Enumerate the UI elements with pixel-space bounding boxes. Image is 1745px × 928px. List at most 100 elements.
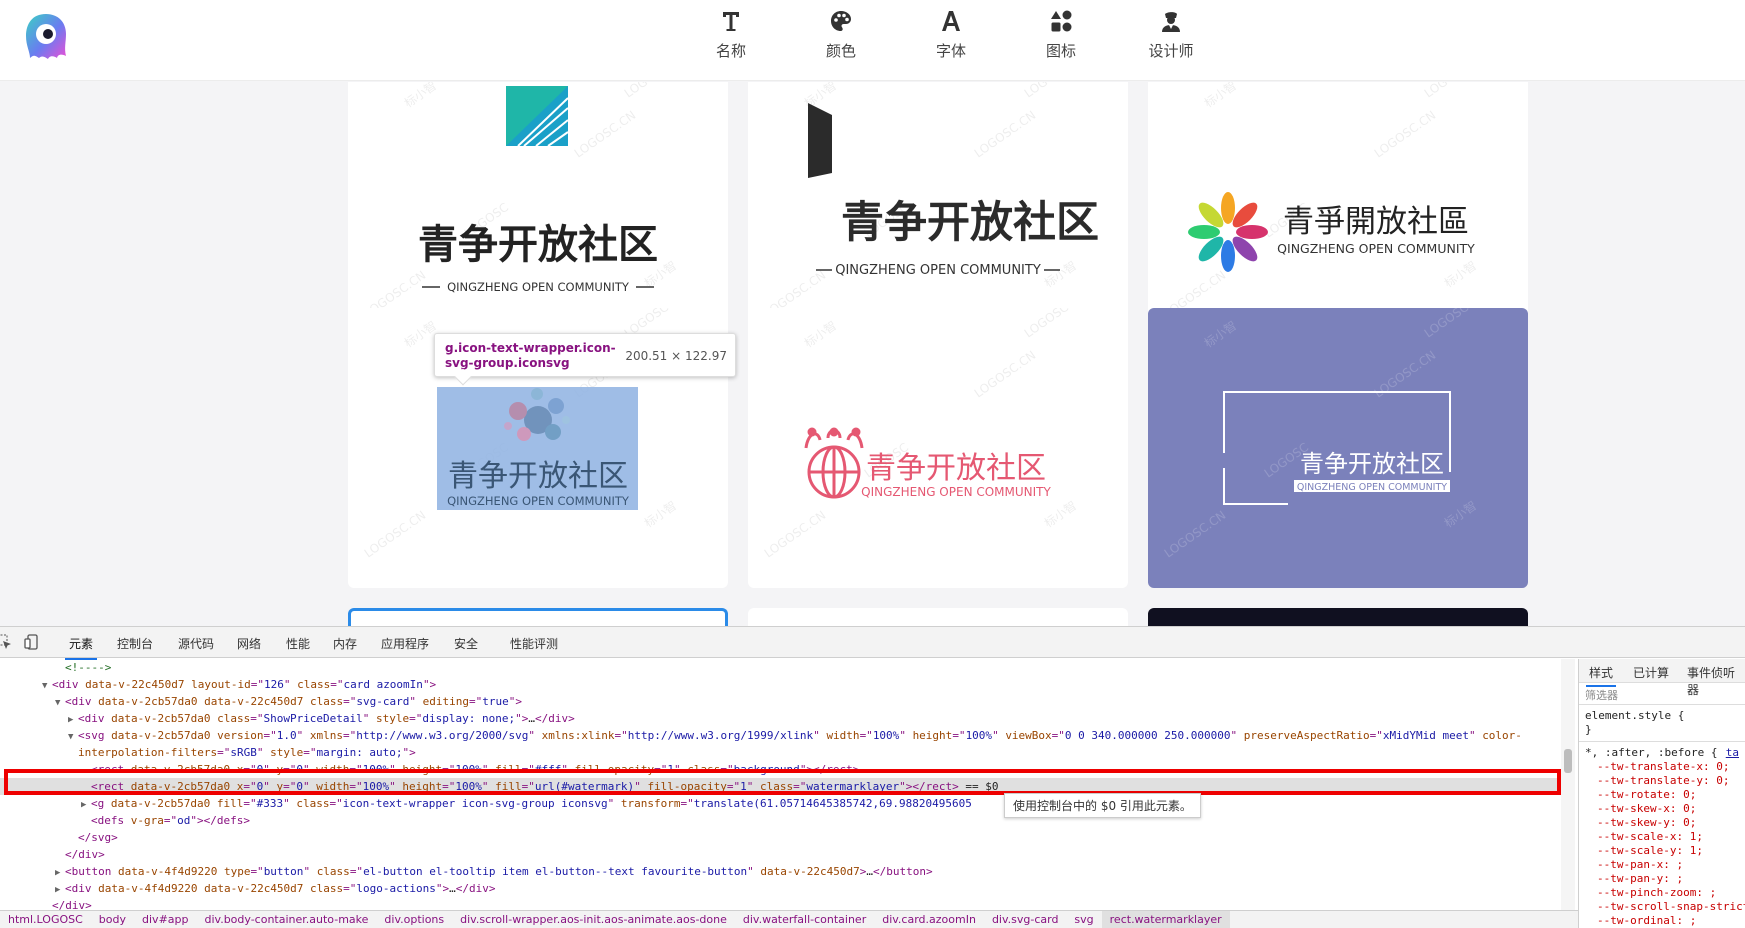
- dom-token: <div: [65, 882, 99, 895]
- dom-node[interactable]: ▶ <div data-v-2cb57da0 class="ShowPriceDe…: [0, 710, 1575, 727]
- dom-token: </svg>: [78, 831, 118, 844]
- dom-token: 1: [667, 763, 674, 776]
- dom-token: =": [283, 780, 297, 793]
- dom-node[interactable]: ▶ <div data-v-4f4d9220 data-v-22c450d7 cl…: [0, 880, 1575, 897]
- dom-token: </div>: [535, 712, 575, 725]
- logo-icon[interactable]: [22, 12, 70, 62]
- dom-token: <g: [91, 797, 111, 810]
- dom-token: ": [813, 729, 827, 742]
- dom-token: =": [342, 729, 357, 742]
- dom-node[interactable]: <rect data-v-2cb57da0 x="0" y="0" width=…: [0, 761, 1575, 778]
- dom-token: == $0: [958, 780, 999, 793]
- dom-token: 100%: [362, 780, 390, 793]
- dom-node[interactable]: ▶ <g data-v-2cb57da0 fill="#333" class="i…: [0, 795, 1575, 812]
- scrollbar-thumb[interactable]: [1564, 749, 1572, 773]
- devtools-tab[interactable]: 性能评测: [510, 635, 558, 652]
- dom-token: #333: [256, 797, 284, 810]
- elements-scrollbar[interactable]: [1561, 659, 1575, 917]
- devtools-tab[interactable]: 安全: [454, 635, 478, 652]
- dom-token: =": [243, 780, 257, 793]
- breadcrumb-item[interactable]: div.svg-card: [984, 911, 1066, 928]
- devtools-tab[interactable]: 源代码: [178, 635, 214, 652]
- breadcrumb-item[interactable]: div.waterfall-container: [735, 911, 874, 928]
- dom-token: </div>: [65, 848, 105, 861]
- breadcrumb-item[interactable]: div#app: [134, 911, 196, 928]
- nav-icon-menu[interactable]: 图标: [1021, 8, 1101, 61]
- logo-card[interactable]: [1148, 608, 1528, 626]
- dom-token: 0 0 340.000000 250.000000: [1064, 729, 1231, 742]
- dom-node[interactable]: interpolation-filters="sRGB" style="marg…: [0, 744, 1575, 761]
- dom-token: =": [250, 678, 264, 691]
- dom-node[interactable]: ▼ <svg data-v-2cb57da0 version="1.0" xmln…: [0, 727, 1575, 744]
- nav-name[interactable]: 名称: [691, 8, 771, 61]
- dom-token: style: [376, 712, 410, 725]
- logo-card-selected[interactable]: [348, 608, 728, 626]
- tab-computed[interactable]: 已计算: [1633, 664, 1669, 681]
- nav-font[interactable]: 字体: [911, 8, 991, 61]
- dom-token: editing: [422, 695, 470, 708]
- logo-card[interactable]: 标小智LOGOSC.CNLOGOSC标小智LOGOSC.CNLOGOSC 青争开…: [748, 308, 1128, 588]
- dom-token: url(#watermark): [534, 780, 635, 793]
- dom-token: =": [349, 865, 364, 878]
- dom-token: ">: [435, 882, 450, 895]
- breadcrumb-item[interactable]: rect.watermarklayer: [1101, 911, 1230, 928]
- tab-styles[interactable]: 样式: [1585, 664, 1617, 687]
- devtools-tab[interactable]: 应用程序: [381, 635, 429, 652]
- dom-token: ": [746, 780, 761, 793]
- breadcrumb-item[interactable]: html.LOGOSC: [0, 911, 91, 928]
- style-prop: --tw-scroll-snap-strictness: [1597, 900, 1745, 913]
- dom-token: <rect: [91, 780, 131, 793]
- devtools-tab[interactable]: 内存: [333, 635, 357, 652]
- dom-node-selected[interactable]: <rect data-v-2cb57da0 x="0" y="0" width=…: [0, 778, 1575, 795]
- styles-pane: 样式 已计算 事件侦听器 筛选器 element.style { } *, :a…: [1578, 659, 1745, 928]
- dom-token: ": [389, 780, 403, 793]
- elements-tree[interactable]: <!----> ▼ <div data-v-22c450d7 layout-id="…: [0, 659, 1575, 917]
- font-a-icon: [942, 11, 960, 31]
- dom-token: fill-opacity: [647, 780, 727, 793]
- style-prop: --tw-ordinal: ;: [1597, 914, 1697, 927]
- device-toggle-icon[interactable]: [24, 634, 40, 650]
- dom-token: =": [243, 797, 257, 810]
- book-icon: [808, 103, 832, 178]
- logo-card[interactable]: [748, 608, 1128, 626]
- dom-token: ": [899, 729, 913, 742]
- dom-token: svg-card: [356, 695, 410, 708]
- dom-token: margin: auto;: [316, 746, 403, 759]
- dom-token: width: [316, 780, 350, 793]
- nav-designer[interactable]: 设计师: [1131, 8, 1211, 61]
- dom-node[interactable]: ▼ <div data-v-22c450d7 layout-id="126" cl…: [0, 676, 1575, 693]
- breadcrumb-item[interactable]: div.options: [376, 911, 452, 928]
- dom-node[interactable]: </svg>: [0, 829, 1575, 846]
- designer-icon: [1162, 12, 1180, 32]
- dom-token: =": [263, 729, 277, 742]
- dom-node[interactable]: ▼ <div data-v-2cb57da0 data-v-22c450d7 cl…: [0, 693, 1575, 710]
- devtools-tab[interactable]: 网络: [237, 635, 261, 652]
- shapes-icon: [1051, 10, 1072, 32]
- dom-node[interactable]: ▶ <button data-v-4f4d9220 type="button" c…: [0, 863, 1575, 880]
- inspect-element-icon[interactable]: [0, 634, 12, 650]
- devtools-tab[interactable]: 性能: [286, 635, 310, 652]
- devtools-tab[interactable]: 控制台: [117, 635, 153, 652]
- breadcrumb-item[interactable]: body: [91, 911, 134, 928]
- nav-label: 设计师: [1148, 42, 1194, 60]
- breadcrumb-item[interactable]: div.scroll-wrapper.aos-init.aos-animate.…: [452, 911, 735, 928]
- tab-event-listeners[interactable]: 事件侦听器: [1687, 664, 1745, 698]
- logo-card[interactable]: 标小智LOGOSC.CNLOGOSC标小智LOGOSC.CNLOGOSC 青争开…: [1148, 308, 1528, 588]
- dom-node[interactable]: <!---->: [0, 659, 1575, 676]
- dom-token: ": [283, 678, 298, 691]
- dom-token: 126: [263, 678, 284, 691]
- devtools-panel: 元素 控制台 源代码 网络 性能 内存 应用程序 安全 性能评测 <!----> ▼ <div da…: [0, 626, 1745, 928]
- dom-token: 0: [296, 780, 303, 793]
- nav-color[interactable]: 颜色: [801, 8, 881, 61]
- dom-node[interactable]: </div>: [0, 846, 1575, 863]
- devtools-tab[interactable]: 元素: [64, 635, 98, 660]
- dom-token: =": [1369, 729, 1383, 742]
- breadcrumb-item[interactable]: div.card.azoomIn: [874, 911, 984, 928]
- breadcrumb-item[interactable]: svg: [1066, 911, 1101, 928]
- style-source-link[interactable]: ta: [1726, 746, 1739, 760]
- dom-token: =": [243, 763, 257, 776]
- dom-node[interactable]: <defs v-gra="od"></defs>: [0, 812, 1575, 829]
- breadcrumb-item[interactable]: div.body-container.auto-make: [197, 911, 377, 928]
- style-prop: --tw-translate-x: 0;: [1597, 760, 1730, 773]
- dom-token: ">: [402, 746, 416, 759]
